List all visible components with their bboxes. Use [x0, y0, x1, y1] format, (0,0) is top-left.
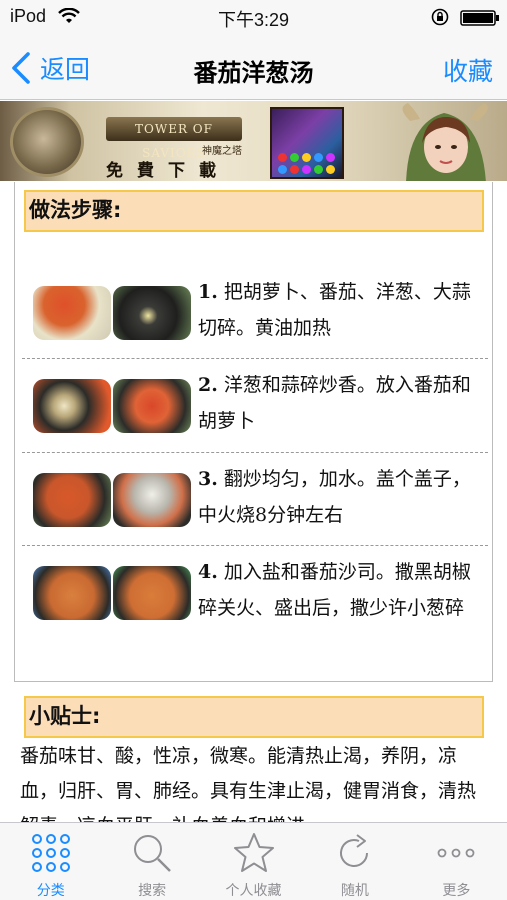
tab-more[interactable]: 更多: [406, 823, 507, 900]
ad-game-screenshot: [270, 107, 344, 179]
tab-label: 更多: [442, 883, 471, 899]
step-text: 洋葱和蒜碎炒香。放入番茄和胡萝卜: [198, 374, 471, 432]
step-divider: [22, 358, 488, 359]
tab-categories[interactable]: 分类: [0, 823, 101, 900]
ad-download-text: 免費下載: [106, 161, 230, 181]
favorite-button[interactable]: 收藏: [443, 52, 493, 88]
step-item: 1. 把胡萝卜、番茄、洋葱、大蒜切碎。黄油加热: [22, 274, 488, 346]
tab-label: 搜索: [138, 883, 167, 899]
rotation-lock-icon: [431, 8, 449, 26]
tab-random[interactable]: 随机: [304, 823, 405, 900]
tab-label: 个人收藏: [225, 883, 282, 899]
steps-heading: 做法步骤:: [24, 190, 484, 232]
step-item: 4. 加入盐和番茄沙司。撒黑胡椒碎关火、盛出后，撒少许小葱碎: [22, 554, 488, 626]
step-item: 2. 洋葱和蒜碎炒香。放入番茄和胡萝卜: [22, 367, 488, 439]
step-1-photo: [33, 286, 191, 340]
step-text: 翻炒均匀，加水。盖个盖子，中火烧8分钟左右: [198, 468, 471, 526]
chevron-left-icon: [12, 52, 30, 84]
tips-heading: 小贴士:: [24, 696, 484, 738]
tab-search[interactable]: 搜索: [101, 823, 202, 900]
ad-banner[interactable]: TOWER OF SAVIORS 神魔之塔 免費下載: [0, 101, 507, 181]
ad-logo: TOWER OF SAVIORS: [106, 117, 242, 160]
navigation-bar: 返回 番茄洋葱汤 收藏: [0, 36, 507, 100]
step-number: 1.: [198, 281, 218, 303]
step-2-photo: [33, 379, 191, 433]
step-divider: [22, 545, 488, 546]
star-icon: [233, 833, 274, 872]
step-number: 4.: [198, 561, 218, 583]
ad-character-image: [402, 103, 488, 181]
refresh-icon: [339, 834, 368, 867]
more-icon: [437, 848, 475, 858]
back-button[interactable]: 返回: [10, 50, 90, 86]
back-label: 返回: [40, 55, 91, 84]
step-text: 加入盐和番茄沙司。撒黑胡椒碎关火、盛出后，撒少许小葱碎: [198, 561, 471, 619]
step-4-photo: [33, 566, 191, 620]
search-icon: [134, 835, 171, 872]
tab-bar: 分类 搜索 个人收藏 随机 更多: [0, 822, 507, 900]
step-divider: [22, 452, 488, 453]
status-bar: iPod 下午3:29: [0, 0, 507, 36]
ad-logo-sub: 神魔之塔: [202, 146, 242, 157]
tab-favorites[interactable]: 个人收藏: [203, 823, 304, 900]
tips-text: 番茄味甘、酸，性凉，微寒。能清热止渴，养阴，凉血，归肝、胃、肺经。具有生津止渴，…: [20, 745, 477, 822]
ad-emblem-icon: [10, 107, 84, 177]
grid-icon: [31, 834, 70, 872]
step-number: 2.: [198, 374, 218, 396]
recipe-content[interactable]: 做法步骤: 1. 把胡萝卜、番茄、洋葱、大蒜切碎。黄油加热 2. 洋葱和蒜碎炒香…: [0, 182, 507, 822]
tab-label: 随机: [340, 883, 369, 899]
step-number: 3.: [198, 468, 218, 490]
tab-label: 分类: [36, 883, 65, 899]
step-item: 3. 翻炒均匀，加水。盖个盖子，中火烧8分钟左右: [22, 461, 488, 533]
step-3-photo: [33, 473, 191, 527]
page-title: 番茄洋葱汤: [193, 59, 314, 87]
battery-icon: [460, 10, 499, 26]
step-text: 把胡萝卜、番茄、洋葱、大蒜切碎。黄油加热: [198, 281, 471, 339]
